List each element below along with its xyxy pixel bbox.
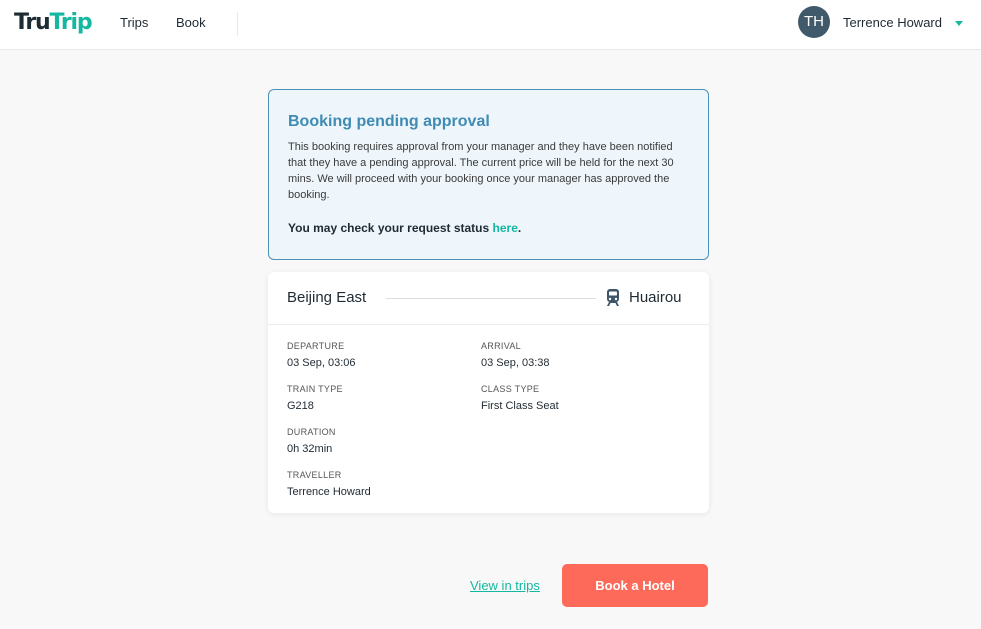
user-avatar[interactable]: TH bbox=[798, 6, 830, 38]
traveller-field: TRAVELLER Terrence Howard bbox=[287, 469, 371, 499]
book-hotel-button[interactable]: Book a Hotel bbox=[562, 564, 708, 607]
approval-status-suffix: . bbox=[517, 221, 522, 235]
train-type-label: TRAIN TYPE bbox=[287, 384, 343, 394]
arrival-label: ARRIVAL bbox=[481, 341, 521, 351]
departure-value: 03 Sep, 03:06 bbox=[287, 357, 356, 369]
departure-label: DEPARTURE bbox=[287, 341, 345, 351]
approval-notice: Booking pending approval This booking re… bbox=[268, 89, 709, 260]
logo-tru: Tru bbox=[14, 10, 51, 35]
approval-body: This booking requires approval from your… bbox=[288, 141, 674, 201]
approval-status-text: You may check your request status bbox=[288, 221, 493, 235]
class-type-value: First Class Seat bbox=[481, 400, 559, 412]
nav-divider bbox=[237, 12, 238, 36]
view-in-trips-link[interactable]: View in trips bbox=[470, 578, 540, 594]
train-type-field: TRAIN TYPE G218 bbox=[287, 383, 343, 413]
trip-summary-card: Beijing East Huairou DEPARTURE 03 Sep, 0… bbox=[268, 272, 709, 513]
class-type-label: CLASS TYPE bbox=[481, 384, 540, 394]
caret-down-icon[interactable] bbox=[955, 21, 963, 26]
trutrip-logo[interactable]: TruTrip bbox=[14, 9, 93, 37]
approval-status-link[interactable]: here bbox=[493, 221, 518, 235]
train-type-value: G218 bbox=[287, 400, 314, 412]
duration-value: 0h 32min bbox=[287, 443, 333, 455]
trip-route: Beijing East Huairou bbox=[268, 272, 709, 325]
nav-trips-link[interactable]: Trips bbox=[120, 15, 148, 31]
train-icon bbox=[607, 289, 619, 306]
user-menu-name[interactable]: Terrence Howard bbox=[843, 15, 942, 31]
origin-station: Beijing East bbox=[287, 289, 367, 306]
approval-title: Booking pending approval bbox=[288, 113, 490, 130]
traveller-value: Terrence Howard bbox=[287, 486, 371, 498]
duration-field: DURATION 0h 32min bbox=[287, 426, 336, 456]
top-bar: TruTrip Trips Book TH Terrence Howard bbox=[0, 0, 981, 50]
arrival-value: 03 Sep, 03:38 bbox=[481, 357, 550, 369]
route-line bbox=[386, 298, 596, 299]
logo-trip: Trip bbox=[49, 10, 93, 35]
class-type-field: CLASS TYPE First Class Seat bbox=[481, 383, 559, 413]
approval-status: You may check your request status here. bbox=[288, 220, 689, 236]
traveller-label: TRAVELLER bbox=[287, 470, 342, 480]
arrival-field: ARRIVAL 03 Sep, 03:38 bbox=[481, 340, 550, 370]
departure-field: DEPARTURE 03 Sep, 03:06 bbox=[287, 340, 356, 370]
duration-label: DURATION bbox=[287, 427, 336, 437]
destination-station: Huairou bbox=[629, 289, 682, 306]
nav-book-link[interactable]: Book bbox=[176, 15, 206, 31]
